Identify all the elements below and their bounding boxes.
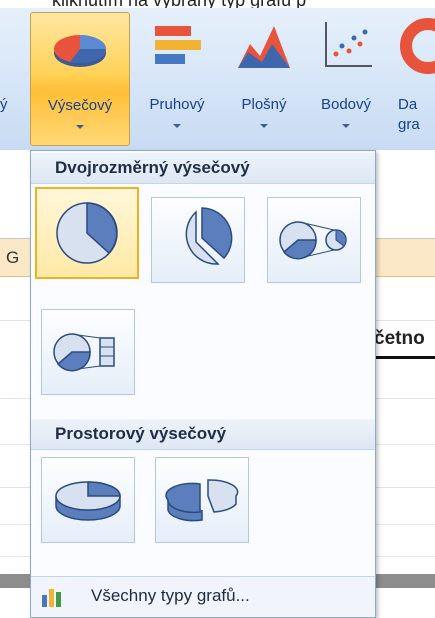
chevron-down-icon <box>173 124 181 128</box>
section-3d-pie-heading: Prostorový výsečový <box>31 419 375 450</box>
chevron-down-icon <box>76 125 84 129</box>
exploded-pie-icon <box>185 207 233 265</box>
ribbon: ý Výsečový Pruhový Plošný Bodový Da gra <box>0 8 435 151</box>
doughnut-chart-icon <box>400 18 435 74</box>
cell-border <box>374 356 435 359</box>
area-chart-button[interactable]: Plošný <box>226 12 302 144</box>
other-charts-button[interactable]: Da gra <box>392 12 435 144</box>
other-charts-label-2: gra <box>398 116 420 133</box>
pie-chart-label: Výsečový <box>47 97 113 114</box>
chart-types-icon <box>42 589 61 607</box>
bar-of-pie-tile[interactable] <box>41 309 135 395</box>
scatter-chart-button[interactable]: Bodový <box>306 12 386 144</box>
chevron-down-icon <box>342 124 350 128</box>
chevron-down-icon <box>260 124 268 128</box>
exploded-pie-2d-tile[interactable] <box>151 197 245 283</box>
bar-chart-icon <box>155 26 201 64</box>
area-chart-label: Plošný <box>241 96 287 113</box>
bar-chart-label: Pruhový <box>149 96 205 113</box>
other-charts-label: Da <box>398 96 418 113</box>
scatter-chart-icon <box>325 22 372 67</box>
cell-header-text: četno <box>374 328 425 349</box>
pie-3d-icon <box>55 481 121 521</box>
pie-chart-gallery: Dvojrozměrný výsečový Prostorový výsečov… <box>30 150 376 618</box>
pie-3d-tile[interactable] <box>41 457 135 543</box>
exploded-pie-3d-icon <box>165 479 239 522</box>
area-chart-icon <box>238 26 290 68</box>
pie-chart-button[interactable]: Výsečový <box>30 12 130 146</box>
column-letter: G <box>6 248 20 267</box>
all-chart-types-item[interactable]: Všechny typy grafů... <box>31 576 375 617</box>
pie-2d-tile[interactable] <box>35 187 139 279</box>
scatter-chart-label: Bodový <box>320 96 372 113</box>
pie-icon <box>56 202 118 264</box>
pie-of-pie-icon <box>279 221 347 260</box>
bar-of-pie-icon <box>53 333 115 372</box>
ribbon-cut-label: ý <box>0 96 8 113</box>
all-chart-types-label: Všechny typy grafů... <box>91 586 250 605</box>
pie-chart-icon <box>54 35 107 67</box>
section-2d-pie-heading: Dvojrozměrný výsečový <box>31 153 375 184</box>
bar-chart-button[interactable]: Pruhový <box>132 12 222 144</box>
exploded-pie-3d-tile[interactable] <box>155 457 249 543</box>
pie-of-pie-tile[interactable] <box>267 197 361 283</box>
instruction-caption: kliknutím na vybraný typ grafu p <box>0 0 435 8</box>
